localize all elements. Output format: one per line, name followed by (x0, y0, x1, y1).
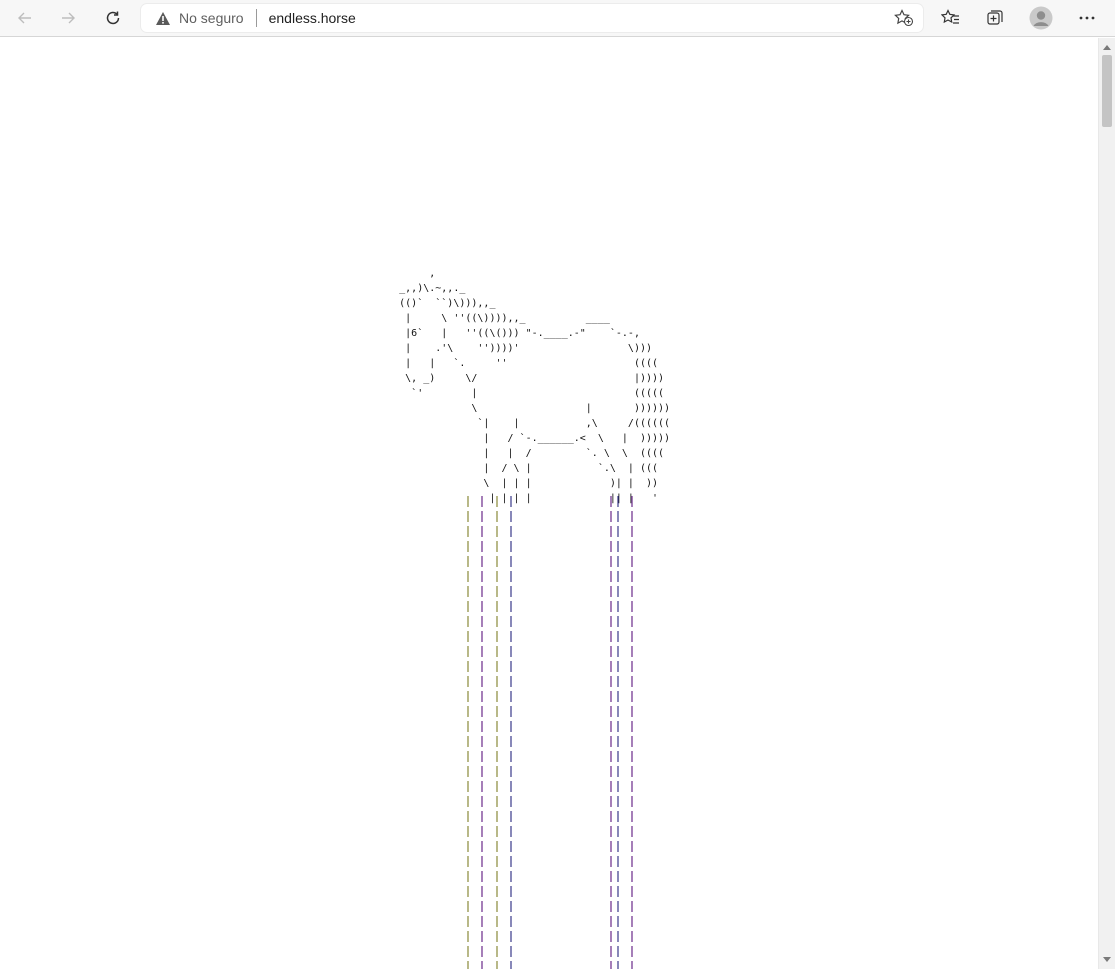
favorites-icon (941, 9, 959, 24)
scroll-thumb[interactable] (1102, 55, 1112, 127)
horse-legs (467, 496, 633, 969)
chevron-up-icon (1103, 45, 1111, 50)
more-icon (1079, 16, 1095, 20)
browser-toolbar: No seguro endless.horse (0, 0, 1115, 37)
collections-icon (987, 10, 1003, 25)
security-label[interactable]: No seguro (179, 10, 244, 26)
scroll-up-button[interactable] (1099, 40, 1115, 54)
add-favorite-button[interactable] (893, 8, 915, 28)
favorites-button[interactable] (935, 4, 967, 32)
page-content: , _,,)\.~,,._ (()` ``)\))),,_ | \ ''((\)… (0, 38, 1098, 969)
scroll-down-button[interactable] (1099, 953, 1115, 967)
back-button[interactable] (9, 4, 41, 32)
back-arrow-icon (18, 12, 31, 24)
url-text[interactable]: endless.horse (269, 10, 356, 26)
profile-button[interactable] (1025, 4, 1057, 32)
refresh-icon (106, 11, 120, 25)
menu-button[interactable] (1071, 4, 1103, 32)
vertical-scrollbar[interactable] (1098, 38, 1115, 969)
avatar (1029, 6, 1053, 30)
collections-button[interactable] (979, 4, 1011, 32)
refresh-button[interactable] (97, 4, 129, 32)
forward-button[interactable] (52, 4, 84, 32)
chevron-down-icon (1103, 957, 1111, 962)
address-bar[interactable]: No seguro endless.horse (141, 4, 923, 32)
warning-icon[interactable] (155, 11, 171, 26)
address-separator (255, 9, 257, 27)
star-add-icon (894, 9, 914, 27)
forward-arrow-icon (62, 12, 75, 24)
